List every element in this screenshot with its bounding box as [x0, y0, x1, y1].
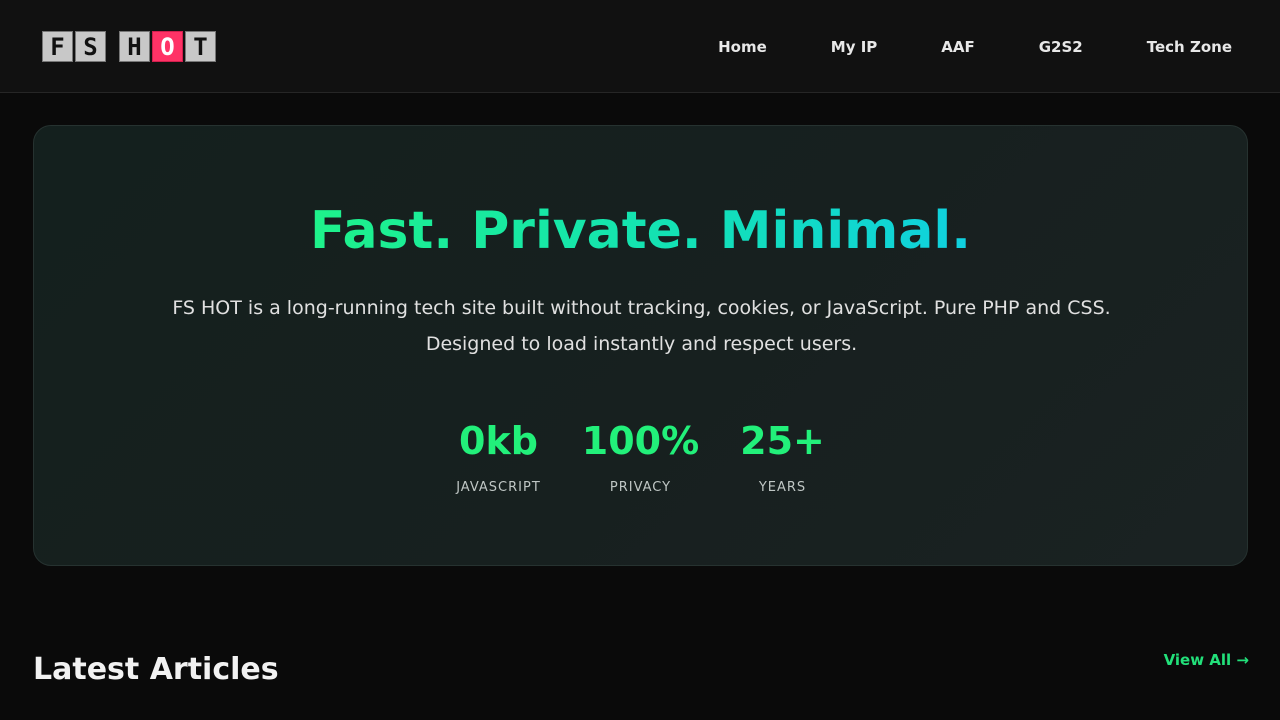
stat-value: 0kb	[459, 419, 538, 463]
stat-value: 100%	[581, 419, 700, 463]
nav-g2s2[interactable]: G2S2	[1039, 38, 1083, 56]
logo-letter-o: O	[152, 31, 183, 62]
hero-panel: Fast. Private. Minimal. FS HOT is a long…	[33, 125, 1248, 566]
logo-letter-f: F	[42, 31, 73, 62]
logo-spacer	[108, 31, 119, 62]
hero-title: Fast. Private. Minimal.	[34, 196, 1247, 266]
nav-my-ip[interactable]: My IP	[831, 38, 878, 56]
stats-row: 0kb JAVASCRIPT 100% PRIVACY 25+ YEARS	[34, 416, 1247, 495]
view-all-link[interactable]: View All →	[1164, 651, 1249, 669]
stat-label: YEARS	[758, 480, 807, 495]
hero-description-line-2: Designed to load instantly and respect u…	[425, 333, 858, 355]
site-logo[interactable]: F S H O T	[42, 31, 218, 62]
site-header: F S H O T Home My IP AAF G2S2 Tech Zone	[0, 0, 1280, 93]
stat-privacy: 100% PRIVACY	[571, 416, 711, 495]
main-nav: Home My IP AAF G2S2 Tech Zone	[654, 0, 1232, 93]
logo-letter-h: H	[119, 31, 150, 62]
stat-label: PRIVACY	[609, 480, 672, 495]
stat-javascript: 0kb JAVASCRIPT	[429, 416, 569, 495]
hero-title-text: Fast. Private. Minimal.	[309, 201, 972, 261]
hero-description: FS HOT is a long-running tech site built…	[154, 290, 1129, 362]
latest-articles-title: Latest Articles	[33, 652, 279, 687]
hero-description-line-1: FS HOT is a long-running tech site built…	[172, 297, 1111, 319]
logo-letter-s: S	[75, 31, 106, 62]
stat-value: 25+	[740, 419, 825, 463]
nav-aaf[interactable]: AAF	[941, 38, 974, 56]
nav-tech-zone[interactable]: Tech Zone	[1147, 38, 1232, 56]
stat-years: 25+ YEARS	[713, 416, 853, 495]
logo-letter-t: T	[185, 31, 216, 62]
stat-label: JAVASCRIPT	[456, 480, 541, 495]
nav-home[interactable]: Home	[718, 38, 767, 56]
